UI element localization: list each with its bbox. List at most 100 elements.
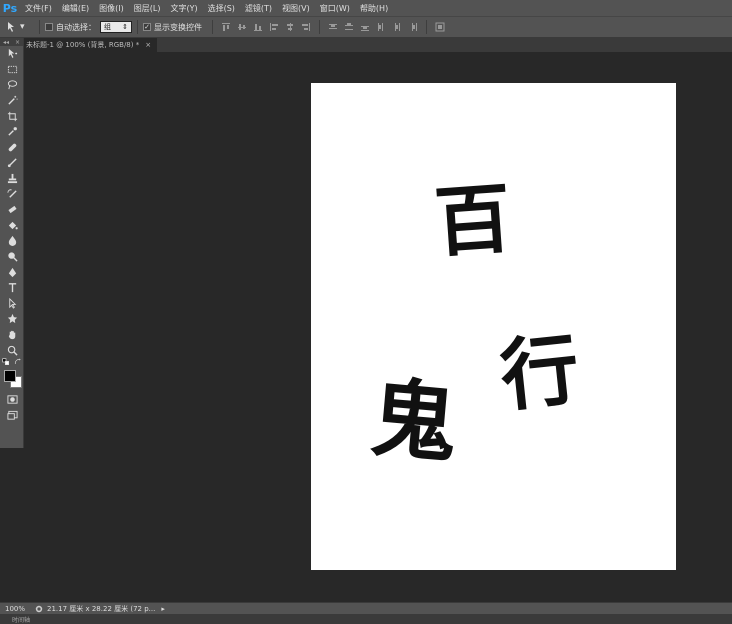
align-hcenter-button[interactable]	[284, 21, 296, 33]
paint-bucket-icon	[8, 221, 18, 230]
color-swatches	[0, 366, 24, 392]
quick-mask-button[interactable]	[0, 392, 24, 408]
stamp-icon	[7, 173, 17, 184]
hand-tool[interactable]	[0, 327, 24, 343]
distribute-right-button[interactable]	[407, 21, 419, 33]
screen-mode-button[interactable]	[0, 407, 24, 423]
menu-image[interactable]: 图像(I)	[94, 3, 129, 14]
divider	[426, 20, 427, 34]
eyedropper-icon	[7, 127, 17, 136]
history-brush-tool[interactable]	[0, 186, 24, 202]
menu-file[interactable]: 文件(F)	[20, 3, 57, 14]
align-right-button[interactable]	[300, 21, 312, 33]
move-tool-icon	[8, 22, 14, 32]
healing-brush-tool[interactable]	[0, 140, 24, 156]
calligraphy-glyph-bai: 百	[431, 173, 514, 268]
shape-tool[interactable]	[0, 311, 24, 327]
align-top-icon	[222, 23, 230, 31]
lasso-tool[interactable]	[0, 77, 24, 93]
zoom-icon	[7, 345, 18, 356]
type-tool[interactable]	[0, 280, 24, 296]
path-selection-icon	[8, 297, 16, 309]
show-transform-checkbox[interactable]: ✓	[143, 23, 151, 31]
align-top-button[interactable]	[220, 21, 232, 33]
align-vcenter-icon	[238, 24, 246, 30]
brush-tool[interactable]	[0, 155, 24, 171]
auto-select-label: 自动选择：	[56, 22, 96, 32]
crop-tool[interactable]	[0, 108, 24, 124]
distribute-vcenter-button[interactable]	[343, 21, 355, 33]
menu-type[interactable]: 文字(Y)	[165, 3, 202, 14]
timeline-tab[interactable]: 时间轴	[12, 615, 30, 624]
tools-panel-header[interactable]: ◂◂ ×	[0, 38, 23, 46]
zoom-tool[interactable]	[0, 342, 24, 358]
auto-select-value: 组	[104, 23, 111, 31]
magic-wand-tool[interactable]	[0, 93, 24, 109]
default-colors-icon[interactable]	[2, 358, 10, 366]
align-hcenter-icon	[287, 23, 293, 31]
eraser-tool[interactable]	[0, 202, 24, 218]
menu-edit[interactable]: 编辑(E)	[57, 3, 94, 14]
status-bar: 100% 21.17 厘米 x 28.22 厘米 (72 p... ▸	[0, 602, 732, 614]
water-drop-icon	[8, 236, 16, 247]
foreground-color[interactable]	[4, 369, 16, 382]
menu-select[interactable]: 选择(S)	[203, 3, 240, 14]
divider	[137, 20, 138, 34]
tools-panel: ◂◂ ×	[0, 38, 24, 448]
document-tab[interactable]: 未标题-1 @ 100% (背景, RGB/8) * ×	[10, 38, 158, 52]
distribute-top-icon	[329, 24, 337, 29]
quick-mask-icon	[6, 395, 18, 404]
chevron-down-icon: ▾	[20, 22, 25, 32]
distribute-bottom-button[interactable]	[359, 21, 371, 33]
move-tool[interactable]	[0, 46, 24, 62]
screen-mode-icon	[6, 410, 18, 420]
align-vcenter-button[interactable]	[236, 21, 248, 33]
pen-tool[interactable]	[0, 264, 24, 280]
collapse-icon[interactable]: ◂◂	[3, 39, 9, 46]
zoom-level[interactable]: 100%	[0, 605, 35, 613]
menu-filter[interactable]: 滤镜(T)	[240, 3, 277, 14]
distribute-left-icon	[378, 23, 383, 31]
auto-select-dropdown[interactable]: 组 ⇕	[100, 21, 132, 33]
dodge-tool[interactable]	[0, 249, 24, 265]
menu-bar: Ps 文件(F) 编辑(E) 图像(I) 图层(L) 文字(Y) 选择(S) 滤…	[0, 0, 732, 16]
align-bottom-button[interactable]	[252, 21, 264, 33]
tool-preset-picker[interactable]: ▾	[6, 19, 34, 35]
bandage-icon	[8, 143, 16, 152]
calligraphy-glyph-gui: 鬼	[366, 367, 462, 476]
calligraphy-glyph-xing: 行	[496, 324, 584, 423]
eraser-icon	[7, 206, 17, 214]
magic-wand-icon	[7, 95, 18, 105]
clone-stamp-tool[interactable]	[0, 171, 24, 187]
auto-align-layers-button[interactable]	[434, 21, 446, 33]
menu-help[interactable]: 帮助(H)	[355, 3, 393, 14]
canvas-workspace[interactable]: 百 行 鬼	[24, 52, 732, 602]
swap-colors-icon[interactable]	[14, 358, 22, 366]
menu-layer[interactable]: 图层(L)	[129, 3, 166, 14]
align-bottom-icon	[254, 24, 262, 31]
distribute-left-button[interactable]	[375, 21, 387, 33]
blur-tool[interactable]	[0, 233, 24, 249]
distribute-hcenter-button[interactable]	[391, 21, 403, 33]
align-right-icon	[302, 23, 310, 31]
align-left-button[interactable]	[268, 21, 280, 33]
document-canvas[interactable]: 百 行 鬼	[311, 83, 676, 570]
menu-window[interactable]: 窗口(W)	[315, 3, 355, 14]
eyedropper-tool[interactable]	[0, 124, 24, 140]
move-tool-icon	[8, 49, 17, 59]
marquee-icon	[7, 65, 17, 74]
distribute-right-icon	[412, 23, 417, 31]
marquee-tool[interactable]	[0, 62, 24, 78]
paint-bucket-tool[interactable]	[0, 218, 24, 234]
divider	[39, 20, 40, 34]
auto-select-checkbox[interactable]	[45, 23, 53, 31]
distribute-top-button[interactable]	[327, 21, 339, 33]
path-selection-tool[interactable]	[0, 296, 24, 312]
dodge-icon	[7, 252, 18, 262]
close-icon[interactable]: ×	[15, 39, 20, 46]
history-brush-icon	[6, 188, 17, 198]
lasso-icon	[7, 80, 17, 90]
status-menu-arrow-icon[interactable]: ▸	[161, 605, 165, 613]
close-icon[interactable]: ×	[145, 41, 151, 49]
menu-view[interactable]: 视图(V)	[277, 3, 315, 14]
